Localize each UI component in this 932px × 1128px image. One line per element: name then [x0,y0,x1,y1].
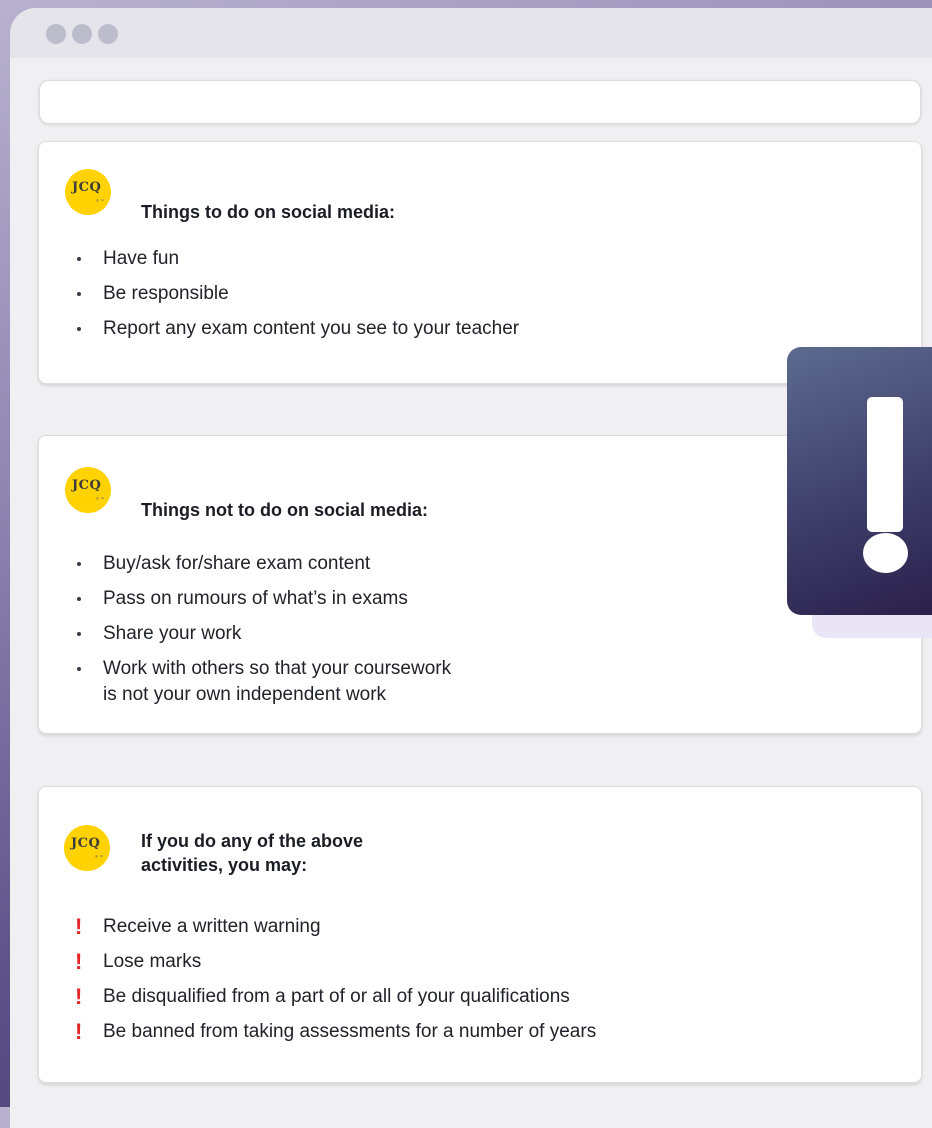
list-item: Be responsible [73,281,519,307]
list-item-text: Be banned from taking assessments for a … [103,1021,597,1042]
card-title: Things to do on social media: [141,202,396,222]
jcq-logo-text: JCQ [72,180,102,195]
list-item: Pass on rumours of what’s in exams [73,586,451,612]
list-item-text: Be disqualified from a part of or all of… [103,986,570,1007]
window-control-dot[interactable] [98,24,118,44]
list-item: ! Lose marks [73,949,596,975]
card-things-to-do: JCQ ® ™ Things to do on social media: Ha… [38,141,922,384]
list-item: Report any exam content you see to your … [73,316,519,342]
card-consequences: JCQ ® ™ If you do any of the above activ… [38,786,922,1083]
exclamation-icon: ! [75,1019,83,1044]
list-item: ! Be disqualified from a part of or all o… [73,984,596,1010]
window-control-dot[interactable] [46,24,66,44]
exclamation-icon [867,397,903,532]
title-bar [10,8,932,58]
jcq-logo: JCQ ® ™ [65,467,111,513]
list-item-text: Lose marks [103,951,202,972]
list-item: Work with others so that your coursework… [73,656,451,708]
exclamation-icon: ! [75,914,83,939]
list-item: Buy/ask for/share exam content [73,551,451,577]
alert-panel [787,347,932,615]
window-control-dot[interactable] [72,24,92,44]
list-item: Have fun [73,246,519,272]
consequence-list: ! Receive a written warning ! Lose marks !… [73,914,596,1054]
jcq-logo-text: JCQ [71,836,101,851]
jcq-logo: JCQ ® ™ [64,825,110,871]
jcq-logo: JCQ ® ™ [65,169,111,215]
jcq-logo-text: JCQ [72,478,102,493]
list-item: ! Be banned from taking assessments for a… [73,1019,596,1045]
exclamation-dot [863,533,908,573]
card-title: Things not to do on social media: [141,500,428,520]
address-bar[interactable] [39,80,921,124]
do-list: Have fun Be responsible Report any exam … [73,246,519,351]
list-item: ! Receive a written warning [73,914,596,940]
exclamation-icon: ! [75,984,83,1009]
card-title: If you do any of the above activities, y… [141,831,364,875]
exclamation-icon: ! [75,949,83,974]
dont-list: Buy/ask for/share exam content Pass on r… [73,551,451,717]
list-item: Share your work [73,621,451,647]
list-item-text: Receive a written warning [103,916,321,937]
